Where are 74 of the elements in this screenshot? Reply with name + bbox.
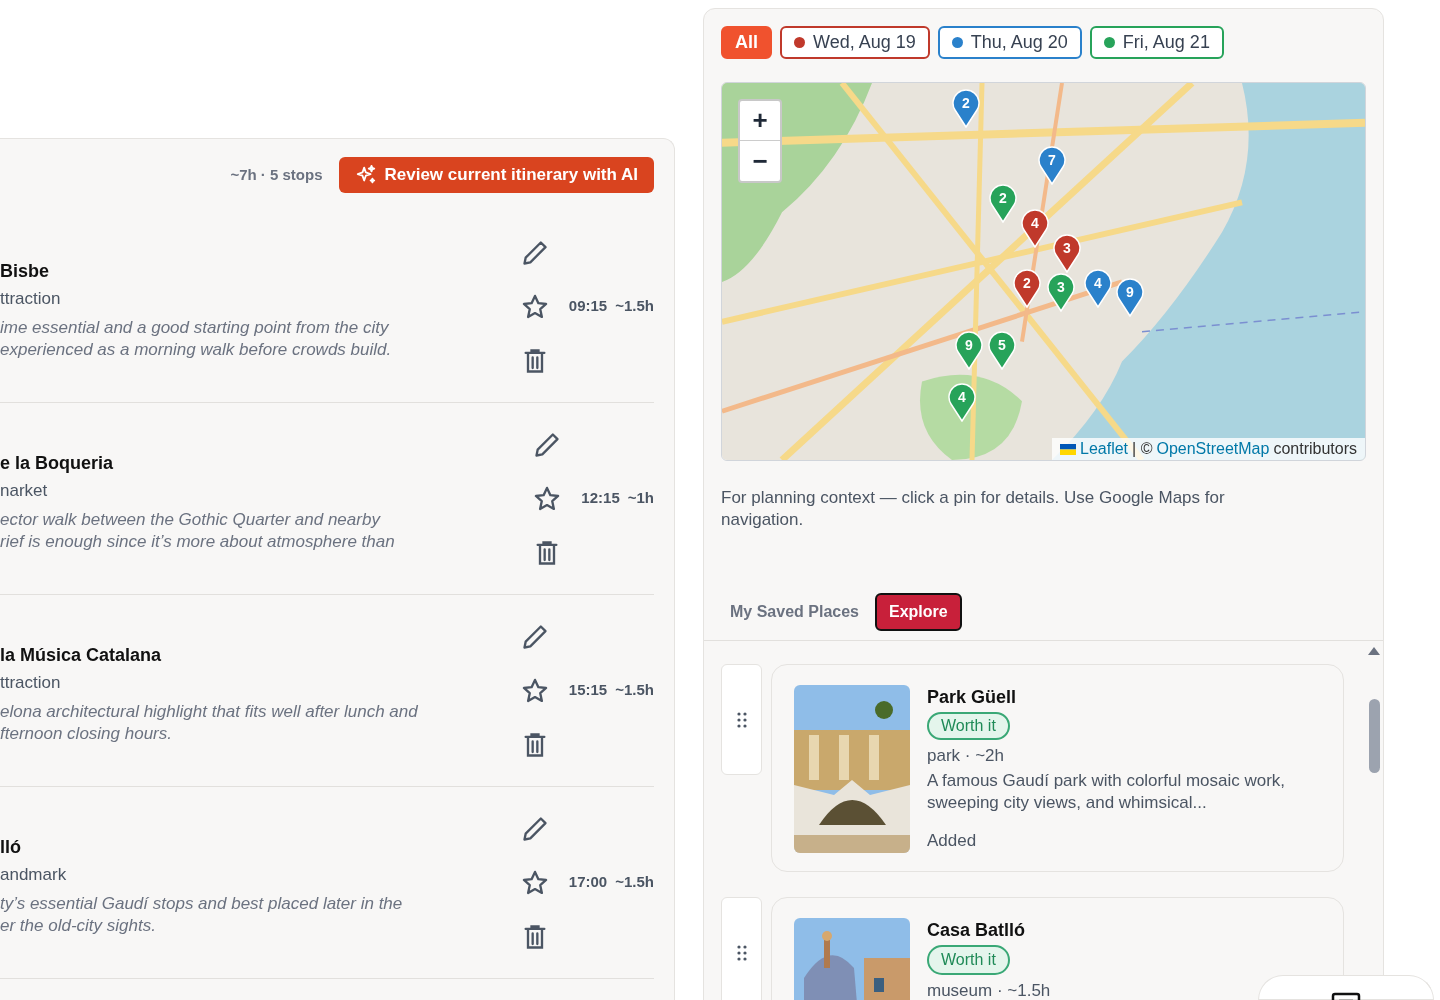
drag-handle[interactable] bbox=[721, 664, 762, 775]
map-pin[interactable]: 4 bbox=[947, 382, 977, 422]
stop-title: Bisbe bbox=[0, 259, 51, 283]
scrollbar-thumb[interactable] bbox=[1368, 699, 1380, 773]
flag-icon bbox=[1060, 443, 1076, 455]
map-caption: For planning context — click a pin for details. Use Google Maps for navigation. bbox=[720, 487, 1226, 531]
day-filter-chip[interactable]: All bbox=[721, 26, 772, 59]
place-name: Park Güell bbox=[927, 686, 1017, 709]
itinerary-summary: ~7h · 5 stops bbox=[230, 164, 323, 185]
attribution-text: contributors bbox=[1273, 439, 1357, 459]
stop-time: 15:15 bbox=[568, 680, 608, 701]
stop-time: 12:15 bbox=[581, 488, 620, 509]
place-name: Casa Batlló bbox=[927, 919, 1026, 942]
map-pin[interactable]: 9 bbox=[954, 330, 984, 370]
map-pin[interactable]: 5 bbox=[987, 330, 1017, 370]
place-card[interactable]: Casa Batlló Worth it museum · ~1.5h bbox=[771, 897, 1344, 1000]
place-meta: museum · ~1.5h bbox=[927, 980, 1051, 1000]
stop-title: la Música Catalana bbox=[0, 643, 163, 667]
star-icon[interactable] bbox=[533, 484, 562, 513]
grip-icon bbox=[736, 944, 747, 961]
place-status: Added bbox=[927, 830, 977, 852]
map-pin[interactable]: 3 bbox=[1052, 233, 1082, 273]
map-pin[interactable]: 4 bbox=[1020, 208, 1050, 248]
pencil-icon[interactable] bbox=[520, 238, 549, 267]
stop-description: ime essential and a good starting point from the city experienced as a morning walk before crowds build. bbox=[0, 316, 393, 361]
stop-description: ector walk between the Gothic Quarter and nearby rief is enough since it’s more about atmosphere than bbox=[0, 508, 396, 553]
leaflet-link[interactable]: Leaflet bbox=[1080, 437, 1129, 460]
attribution-separator: | © bbox=[1132, 439, 1153, 459]
map-pin[interactable]: 4 bbox=[1083, 268, 1113, 308]
grip-icon bbox=[736, 711, 747, 728]
review-ai-button[interactable]: Review current itinerary with AI bbox=[338, 157, 654, 193]
day-filter-chip[interactable]: Thu, Aug 20 bbox=[937, 26, 1082, 59]
pencil-icon[interactable] bbox=[520, 622, 549, 651]
stop-duration: ~1.5h bbox=[615, 872, 654, 893]
map-pin[interactable]: 3 bbox=[1046, 272, 1076, 312]
map[interactable]: + − 2 7 2 4 3 2 3 4 9 9 5 4 Leaflet | © OpenStreetMap contributors bbox=[721, 82, 1366, 461]
sparkles-icon bbox=[354, 164, 377, 186]
stop-category: andmark bbox=[0, 863, 68, 886]
place-description: A famous Gaudí park with colorful mosaic work, sweeping city views, and whimsical... bbox=[927, 770, 1287, 814]
pencil-icon[interactable] bbox=[533, 430, 562, 459]
place-meta: park · ~2h bbox=[927, 745, 1004, 767]
stop-duration: ~1.5h bbox=[615, 296, 654, 317]
stop-description: elona architectural highlight that fits well after lunch and fternoon closing hours. bbox=[0, 700, 419, 745]
day-filter-chip[interactable]: Wed, Aug 19 bbox=[780, 26, 930, 59]
stop-duration: ~1.5h bbox=[615, 680, 654, 701]
map-pin[interactable]: 7 bbox=[1037, 145, 1067, 185]
star-icon[interactable] bbox=[520, 292, 549, 321]
openstreetmap-link[interactable]: OpenStreetMap bbox=[1156, 437, 1270, 460]
map-pin[interactable]: 2 bbox=[1012, 268, 1042, 308]
stop-category: ttraction bbox=[0, 671, 62, 694]
day-filter-chip[interactable]: Fri, Aug 21 bbox=[1089, 26, 1224, 59]
stop-time: 17:00 bbox=[568, 872, 608, 893]
places-tab[interactable]: My Saved Places bbox=[730, 593, 859, 631]
star-icon[interactable] bbox=[520, 676, 549, 705]
places-tab[interactable]: Explore bbox=[874, 593, 962, 631]
map-pin[interactable]: 2 bbox=[988, 183, 1018, 223]
drag-handle[interactable] bbox=[721, 897, 762, 1000]
map-pin[interactable]: 9 bbox=[1115, 277, 1145, 317]
zoom-in-button[interactable]: + bbox=[740, 101, 780, 141]
stop-title: lló bbox=[0, 835, 22, 859]
stop-time: 09:15 bbox=[568, 296, 608, 317]
worth-it-badge: Worth it bbox=[927, 945, 1010, 975]
stop-category: narket bbox=[0, 479, 49, 502]
stop-description: ty’s essential Gaudí stops and best placed later in the er the old-city sights. bbox=[0, 892, 404, 937]
stop-title: e la Boqueria bbox=[0, 451, 115, 475]
pencil-icon[interactable] bbox=[520, 814, 549, 843]
stop-duration: ~1h bbox=[627, 488, 654, 509]
map-pin[interactable]: 2 bbox=[951, 88, 981, 128]
place-card[interactable]: Park Güell Worth it park · ~2h A famous Gaudí park with colorful mosaic work, sweeping city views, and whimsical... Added bbox=[771, 664, 1344, 872]
worth-it-badge: Worth it bbox=[927, 712, 1010, 740]
zoom-out-button[interactable]: − bbox=[740, 141, 780, 181]
stop-category: ttraction bbox=[0, 287, 62, 310]
scroll-up-icon[interactable] bbox=[1368, 647, 1380, 655]
star-icon[interactable] bbox=[520, 868, 549, 897]
